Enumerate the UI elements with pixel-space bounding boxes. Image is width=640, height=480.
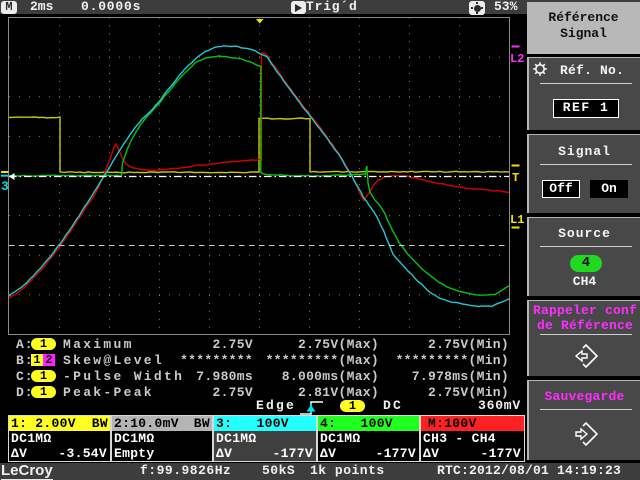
svg-text:L2: L2	[510, 52, 524, 66]
svg-text:3: 3	[1, 179, 9, 194]
svg-text:L1: L1	[510, 213, 524, 227]
svg-text:T: T	[512, 171, 519, 185]
